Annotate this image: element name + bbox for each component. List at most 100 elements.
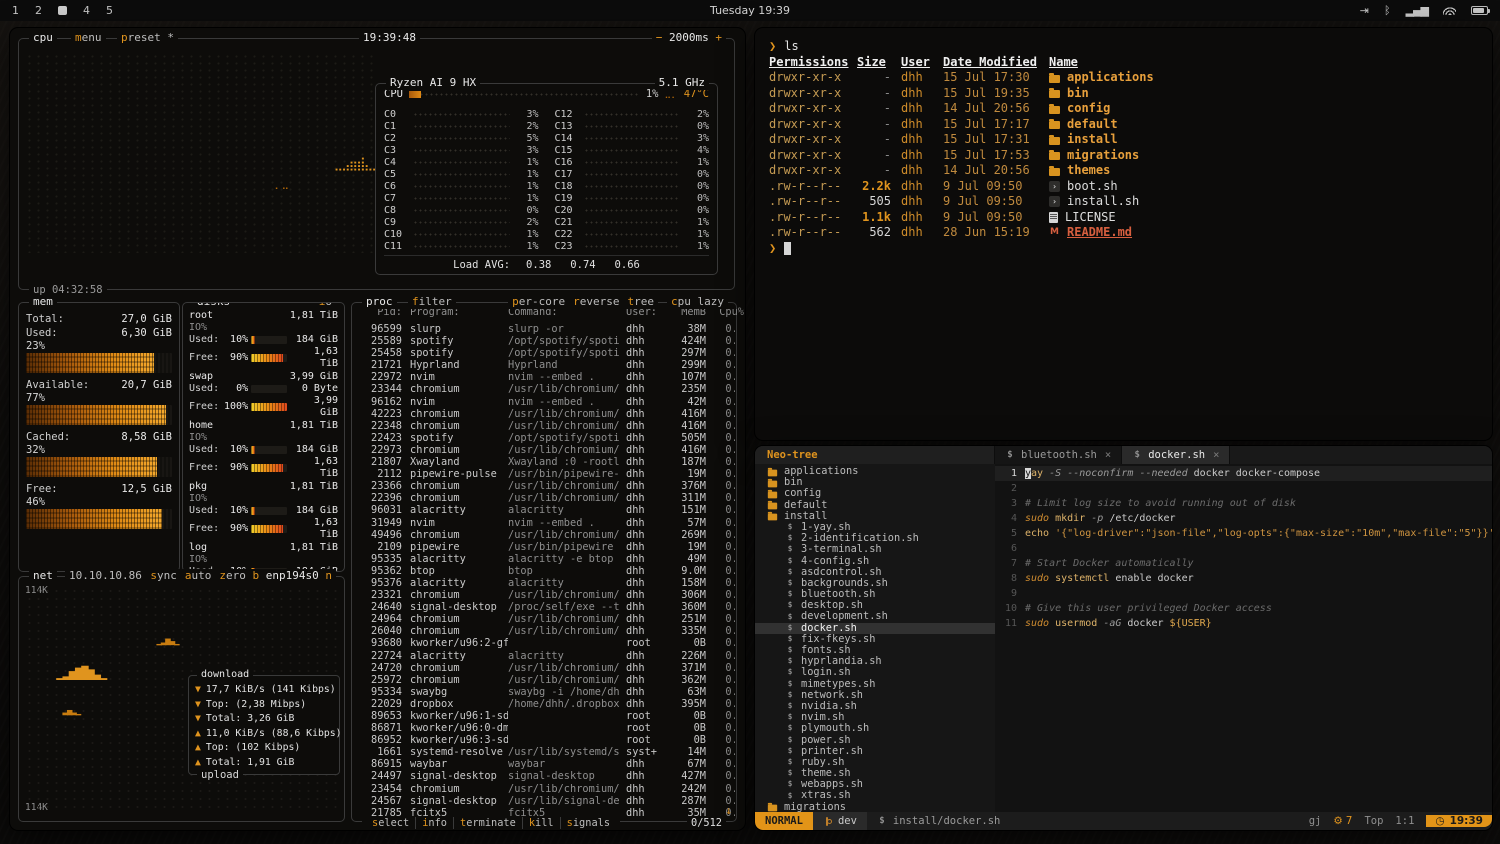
process-row[interactable]: 95362 btop btop dhh 9.0M 0.0 [353, 565, 735, 577]
tree-item[interactable]: development.sh [755, 611, 995, 622]
process-row[interactable]: 24964 chromium /usr/lib/chromium/ dhh 25… [353, 613, 735, 625]
tree-item[interactable]: migrations [755, 802, 995, 812]
tree-item[interactable]: 4-config.sh [755, 556, 995, 567]
process-row[interactable]: 22973 chromium /usr/lib/chromium/ dhh 41… [353, 444, 735, 456]
workspace-item[interactable]: 1 [12, 4, 19, 17]
network-toggle-button[interactable]: zero [219, 569, 246, 583]
wifi-icon[interactable] [1443, 6, 1456, 15]
sort-mode-button[interactable]: cpu lazy [667, 295, 728, 309]
process-row[interactable]: 96031 alacritty alacritty dhh 151M 0.0 [353, 504, 735, 516]
workspace-item[interactable] [58, 6, 67, 15]
process-row[interactable]: 23366 chromium /usr/lib/chromium/ dhh 37… [353, 480, 735, 492]
process-row[interactable]: 21721 Hyprland Hyprland dhh 299M 0.1 [353, 359, 735, 371]
preset-button[interactable]: preset * [117, 31, 178, 45]
chart-icon[interactable]: ▂▄▆ [1406, 4, 1428, 17]
process-row[interactable]: 93680 kworker/u96:2-gf root 0B 0.0 [353, 637, 735, 649]
tree-item[interactable]: ruby.sh [755, 757, 995, 768]
tree-item[interactable]: hyprlandia.sh [755, 656, 995, 667]
tree-item[interactable]: webapps.sh [755, 779, 995, 790]
process-row[interactable]: 89653 kworker/u96:1-sd root 0B 0.0 [353, 710, 735, 722]
process-row[interactable]: 21785 fcitx5 fcitx5 dhh 35M 0.0 [353, 807, 735, 817]
process-row[interactable]: 24567 signal-desktop /usr/lib/signal-de … [353, 795, 735, 807]
process-row[interactable]: 95334 swaybg swaybg -i /home/dh dhh 63M … [353, 686, 735, 698]
tree-item[interactable]: install [755, 511, 995, 522]
tree-item[interactable]: xtras.sh [755, 790, 995, 801]
network-toggle-button[interactable]: auto [185, 569, 212, 583]
tree-item[interactable]: mimetypes.sh [755, 679, 995, 690]
buffer-tab[interactable]: docker.sh × [1122, 446, 1230, 464]
process-option-button[interactable]: per-core [512, 295, 565, 309]
process-row[interactable]: 96599 slurp slurp -or dhh 38M 0.0 [353, 323, 735, 335]
process-action-button[interactable]: kill [523, 817, 561, 829]
tree-item[interactable]: 3-terminal.sh [755, 544, 995, 555]
process-row[interactable]: 25589 spotify /opt/spotify/spoti dhh 424… [353, 335, 735, 347]
process-row[interactable]: 1661 systemd-resolve /usr/lib/systemd/s … [353, 746, 735, 758]
iface-prev-button[interactable]: b [253, 569, 260, 582]
process-row[interactable]: 2112 pipewire-pulse /usr/bin/pipewire- d… [353, 468, 735, 480]
buffer-tab[interactable]: bluetooth.sh × [995, 446, 1122, 464]
process-row[interactable]: 25972 chromium /usr/lib/chromium/ dhh 36… [353, 674, 735, 686]
process-row[interactable]: 95335 alacritty alacritty -e btop dhh 49… [353, 553, 735, 565]
process-row[interactable]: 86915 waybar waybar dhh 67M 0.0 [353, 758, 735, 770]
process-row[interactable]: 25458 spotify /opt/spotify/spoti dhh 297… [353, 347, 735, 359]
process-row[interactable]: 21807 Xwayland Xwayland :0 -rootl dhh 18… [353, 456, 735, 468]
tree-item[interactable]: backgrounds.sh [755, 578, 995, 589]
tree-item[interactable]: docker.sh [755, 623, 995, 634]
process-action-button[interactable]: signals [561, 817, 616, 829]
process-row[interactable]: 2109 pipewire /usr/bin/pipewire dhh 19M … [353, 541, 735, 553]
process-row[interactable]: 23344 chromium /usr/lib/chromium/ dhh 23… [353, 383, 735, 395]
workspace-item[interactable]: 2 [35, 4, 42, 17]
process-row[interactable]: 24640 signal-desktop /proc/self/exe --t … [353, 601, 735, 613]
workspace-item[interactable]: 5 [106, 4, 113, 17]
process-row[interactable]: 95376 alacritty alacritty dhh 158M 0.0 [353, 577, 735, 589]
process-row[interactable]: 22396 chromium /usr/lib/chromium/ dhh 31… [353, 492, 735, 504]
process-row[interactable]: 23321 chromium /usr/lib/chromium/ dhh 30… [353, 589, 735, 601]
iface-next-button[interactable]: n [325, 569, 332, 582]
interval-decrease-button[interactable]: − [656, 31, 663, 44]
process-row[interactable]: 23454 chromium /usr/lib/chromium/ dhh 24… [353, 783, 735, 795]
editor-buffer[interactable]: 1 yay -S --noconfirm --needed docker doc… [995, 464, 1492, 812]
process-row[interactable]: 22972 nvim nvim --embed . dhh 107M 0.0 [353, 371, 735, 383]
scroll-down-indicator[interactable]: ↓ [725, 804, 732, 817]
interval-increase-button[interactable]: + [715, 31, 722, 44]
process-row[interactable]: 86871 kworker/u96:0-dm root 0B 0.0 [353, 722, 735, 734]
tree-item[interactable]: printer.sh [755, 746, 995, 757]
close-buffer-icon[interactable]: × [1105, 449, 1111, 461]
process-row[interactable]: 22348 chromium /usr/lib/chromium/ dhh 41… [353, 420, 735, 432]
process-action-button[interactable]: select [366, 817, 416, 829]
tree-item[interactable]: bluetooth.sh [755, 589, 995, 600]
bluetooth-icon[interactable]: ᛒ [1384, 4, 1391, 17]
tree-item[interactable]: network.sh [755, 690, 995, 701]
process-row[interactable]: 96162 nvim nvim --embed . dhh 42M 0.0 [353, 396, 735, 408]
menu-button[interactable]: menu [71, 31, 106, 45]
close-buffer-icon[interactable]: × [1213, 449, 1219, 461]
neotree-panel-tab[interactable]: Neo-tree [755, 446, 995, 464]
tree-item[interactable]: power.sh [755, 735, 995, 746]
workspace-item[interactable]: 4 [83, 4, 90, 17]
network-toggle-button[interactable]: sync [150, 569, 177, 583]
tree-item[interactable]: config [755, 488, 995, 499]
process-row[interactable]: 42223 chromium /usr/lib/chromium/ dhh 41… [353, 408, 735, 420]
process-option-button[interactable]: tree [628, 295, 655, 309]
tree-item[interactable]: nvidia.sh [755, 701, 995, 712]
process-row[interactable]: 49496 chromium /usr/lib/chromium/ dhh 26… [353, 529, 735, 541]
logout-icon[interactable]: ⇥ [1360, 4, 1369, 17]
process-row[interactable]: 26040 chromium /usr/lib/chromium/ dhh 33… [353, 625, 735, 637]
process-row[interactable]: 22724 alacritty alacritty dhh 226M 0.0 [353, 650, 735, 662]
process-option-button[interactable]: reverse [573, 295, 619, 309]
process-row[interactable]: 22423 spotify /opt/spotify/spoti dhh 505… [353, 432, 735, 444]
process-row[interactable]: 22029 dropbox /home/dhh/.dropbox dhh 395… [353, 698, 735, 710]
process-row[interactable]: 31949 nvim nvim --embed . dhh 57M 0.0 [353, 517, 735, 529]
process-row[interactable]: 24720 chromium /usr/lib/chromium/ dhh 37… [353, 662, 735, 674]
process-row[interactable]: 24497 signal-desktop signal-desktop dhh … [353, 770, 735, 782]
process-action-button[interactable]: terminate [454, 817, 523, 829]
tree-item[interactable]: plymouth.sh [755, 723, 995, 734]
io-mode-button[interactable]: io [315, 302, 336, 309]
filter-button[interactable]: filter [408, 295, 456, 309]
process-action-button[interactable]: info [416, 817, 454, 829]
tree-item[interactable]: theme.sh [755, 768, 995, 779]
terminal-prompt-line[interactable]: ❯ [769, 241, 1478, 257]
tree-item[interactable]: fix-fkeys.sh [755, 634, 995, 645]
tree-item[interactable]: login.sh [755, 667, 995, 678]
tree-item[interactable]: nvim.sh [755, 712, 995, 723]
